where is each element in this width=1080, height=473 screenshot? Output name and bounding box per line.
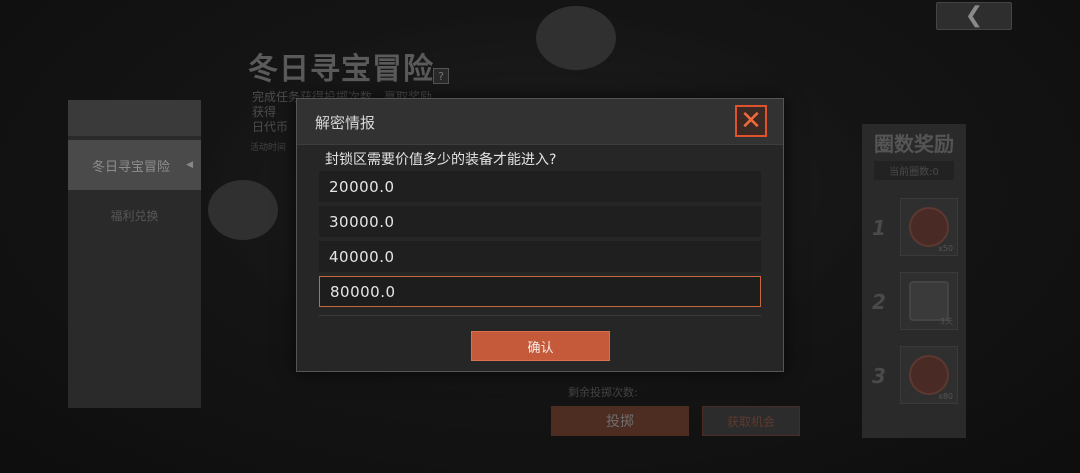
back-arrow-icon: ❮ xyxy=(964,3,984,28)
reward-panel: 圈数奖励 当前圈数:0 1 x50 2 3天 3 x80 xyxy=(862,124,966,438)
coin-icon xyxy=(909,355,949,395)
modal-header: 解密情报 ✕ xyxy=(297,99,783,145)
reward-panel-subtitle: 当前圈数:0 xyxy=(874,161,954,180)
reward-tier-item[interactable]: x80 xyxy=(900,346,958,404)
left-menu-item-exchange[interactable]: 福利兑换 xyxy=(68,190,201,240)
answer-option-2[interactable]: 30000.0 xyxy=(319,206,761,237)
roll-button[interactable]: 投掷 xyxy=(551,406,689,436)
event-time-note: 活动时间 xyxy=(250,143,287,153)
confirm-button[interactable]: 确认 xyxy=(471,331,610,361)
reward-panel-title: 圈数奖励 xyxy=(874,132,954,156)
background-artwork-2 xyxy=(208,180,278,240)
reward-tier-number: 3 xyxy=(872,364,886,388)
event-title: 冬日寻宝冒险 xyxy=(248,52,434,87)
answer-option-1[interactable]: 20000.0 xyxy=(319,171,761,202)
coin-icon xyxy=(909,207,949,247)
background-artwork xyxy=(536,6,616,70)
divider xyxy=(319,315,761,316)
left-menu-header xyxy=(68,100,201,136)
reward-tier-number: 2 xyxy=(872,290,886,314)
quiz-modal: 解密情报 ✕ 封锁区需要价值多少的装备才能进入? 20000.0 30000.0… xyxy=(296,98,784,372)
back-button[interactable]: ❮ xyxy=(936,2,1012,30)
reward-tier-item[interactable]: x50 xyxy=(900,198,958,256)
help-icon[interactable]: ? xyxy=(433,68,449,84)
caret-left-icon: ◀ xyxy=(186,160,193,170)
item-icon xyxy=(909,281,949,321)
answer-option-3[interactable]: 40000.0 xyxy=(319,241,761,272)
reward-tier-item[interactable]: 3天 xyxy=(900,272,958,330)
close-button[interactable]: ✕ xyxy=(735,105,767,137)
answer-option-4[interactable]: 80000.0 xyxy=(319,276,761,307)
close-icon: ✕ xyxy=(740,106,762,136)
left-menu-item-adventure[interactable]: 冬日寻宝冒险 ◀ xyxy=(68,140,201,190)
remaining-rolls-label: 剩余投掷次数: xyxy=(568,386,638,399)
modal-title: 解密情报 xyxy=(315,114,376,132)
get-chance-button[interactable]: 获取机会 xyxy=(702,406,800,436)
left-menu-panel: 冬日寻宝冒险 ◀ 福利兑换 xyxy=(68,100,201,408)
quiz-question: 封锁区需要价值多少的装备才能进入? xyxy=(325,152,557,168)
reward-tier-number: 1 xyxy=(872,216,886,240)
